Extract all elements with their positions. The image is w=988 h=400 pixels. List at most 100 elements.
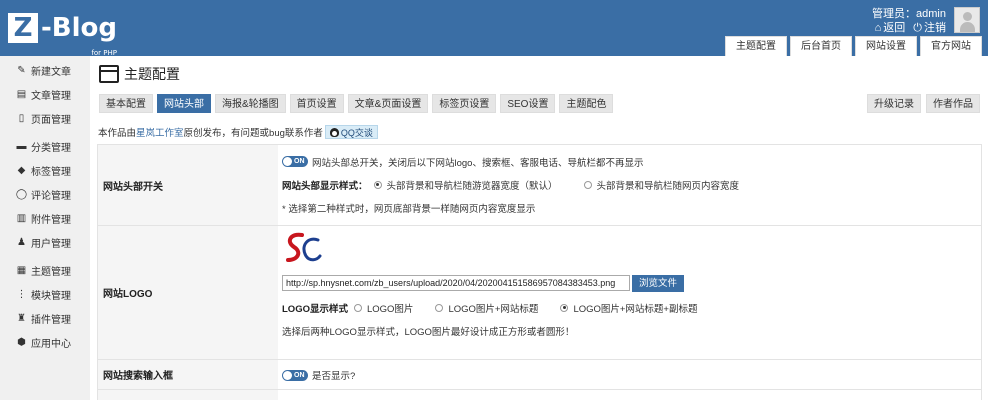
browse-file-button[interactable]: 浏览文件 [632, 274, 685, 292]
sidebar-item-label: 标签管理 [31, 166, 71, 178]
back-link[interactable]: ⌂ 返回 [875, 21, 906, 35]
power-icon: ⏻ [913, 22, 922, 34]
zblog-logo[interactable]: Z -Blog for PHP [8, 13, 117, 57]
module-icon: ⋮ [16, 288, 27, 300]
tab-basic[interactable]: 基本配置 [99, 94, 153, 113]
logo-style-option3: LOGO图片+网站标题+副标题 [573, 303, 698, 315]
top-header: Z -Blog for PHP 管理员：admin ⌂ 返回 ⏻ 注销 主题配置… [0, 0, 988, 57]
note-prefix: 本作品由 [98, 128, 137, 139]
logo-letter: Z [8, 13, 38, 43]
tab-tag-page[interactable]: 标签页设置 [432, 94, 497, 113]
logo-style-option1: LOGO图片 [366, 303, 414, 315]
folder-icon: ▬ [16, 140, 27, 152]
note-suffix: 原创发布，有问题或bug联系作者 [183, 128, 323, 139]
user-label: 管理员：admin [872, 8, 946, 20]
sidebar-item-label: 附件管理 [31, 214, 71, 226]
sidebar-item-label: 评论管理 [31, 190, 71, 202]
main-content: 主题配置 基本配置 网站头部 海报&轮播图 首页设置 文章&页面设置 标签页设置… [97, 56, 988, 400]
header-switch-desc: 网站头部总开关，关闭后以下网站logo、搜索框、客服电话、导航栏都不再显示 [312, 157, 644, 169]
header-style-label: 网站头部显示样式： [282, 180, 368, 192]
tab-author-works[interactable]: 作者作品 [926, 94, 980, 113]
author-note: 本作品由 星岚工作室 原创发布，有问题或bug联系作者 QQ交谈 [98, 125, 378, 139]
sidebar-item-comments[interactable]: ◯ 评论管理 [0, 182, 90, 206]
settings-form: 网站头部开关 ON 网站头部总开关，关闭后以下网站logo、搜索框、客服电话、导… [97, 144, 982, 400]
studio-link[interactable]: 星岚工作室 [136, 125, 184, 139]
search-toggle[interactable]: ON [282, 369, 308, 381]
sidebar-item-label: 模块管理 [31, 290, 71, 302]
toggle-text: ON [294, 371, 305, 379]
logo-style-label: LOGO显示样式 [282, 303, 348, 315]
top-tab-theme-config[interactable]: 主题配置 [725, 36, 787, 56]
radio-header-style-content[interactable] [583, 180, 592, 189]
tab-homepage[interactable]: 首页设置 [289, 94, 344, 113]
page-title: 主题配置 [99, 64, 180, 84]
tab-article-page[interactable]: 文章&页面设置 [347, 94, 429, 113]
logo-preview-image [286, 232, 322, 262]
logo-url-input[interactable]: http://sp.hnysnet.com/zb_users/upload/20… [282, 275, 630, 291]
sidebar-item-articles[interactable]: ▤ 文章管理 [0, 82, 90, 106]
attachment-icon: ▥ [16, 212, 27, 224]
row-label-partial [98, 390, 278, 400]
app-center-icon: ⬢ [17, 336, 26, 348]
header-switch-toggle[interactable]: ON [282, 156, 308, 167]
row-label-search: 网站搜索输入框 [98, 360, 278, 389]
sidebar-item-themes[interactable]: ▦ 主题管理 [0, 258, 90, 282]
top-tab-site-settings[interactable]: 网站设置 [855, 36, 917, 56]
sidebar-item-pages[interactable]: ▯ 页面管理 [0, 106, 90, 130]
sidebar-item-attachments[interactable]: ▥ 附件管理 [0, 206, 90, 230]
sidebar-item-users[interactable]: ♟ 用户管理 [0, 230, 90, 254]
header-style-hint: * 选择第二种样式时，网页底部背景一样随网页内容宽度显示 [282, 203, 536, 215]
comment-icon: ◯ [15, 188, 28, 200]
qq-chat-button[interactable]: QQ交谈 [324, 125, 378, 139]
window-icon [99, 65, 119, 83]
user-box: 管理员：admin ⌂ 返回 ⏻ 注销 [872, 7, 946, 35]
plugin-icon: ♜ [17, 312, 26, 324]
sidebar-item-plugins[interactable]: ♜ 插件管理 [0, 306, 90, 330]
top-tab-dashboard[interactable]: 后台首页 [790, 36, 852, 56]
tab-upgrade-log[interactable]: 升级记录 [867, 94, 921, 113]
page-icon: ▯ [18, 112, 25, 124]
tag-icon: ◆ [17, 164, 26, 176]
tab-seo[interactable]: SEO设置 [500, 94, 556, 113]
back-label: 返回 [883, 22, 906, 34]
form-row-search: 网站搜索输入框 ON 是否显示? [98, 360, 981, 390]
sidebar-item-label: 文章管理 [31, 90, 71, 102]
sidebar-item-label: 应用中心 [31, 338, 71, 350]
sidebar-item-label: 主题管理 [31, 266, 71, 278]
logo-text: -Blog for PHP [41, 13, 117, 57]
row-label-logo: 网站LOGO [98, 226, 278, 359]
row-label-header-switch: 网站头部开关 [98, 145, 278, 225]
sidebar-item-app-center[interactable]: ⬢ 应用中心 [0, 330, 90, 354]
qq-penguin-icon [329, 127, 339, 137]
form-row-partial [98, 390, 981, 400]
radio-logo-image-title[interactable] [435, 303, 444, 312]
theme-icon: ▦ [16, 264, 27, 276]
sidebar-item-tags[interactable]: ◆ 标签管理 [0, 158, 90, 182]
document-icon: ▤ [16, 88, 27, 100]
page-title-text: 主题配置 [124, 66, 180, 82]
sidebar-item-modules[interactable]: ⋮ 模块管理 [0, 282, 90, 306]
tab-theme-color[interactable]: 主题配色 [559, 94, 614, 113]
search-desc: 是否显示? [312, 371, 356, 382]
tab-poster-carousel[interactable]: 海报&轮播图 [215, 94, 286, 113]
sidebar-item-new-article[interactable]: ✎ 新建文章 [0, 58, 90, 82]
toggle-text: ON [294, 158, 305, 165]
sidebar-item-label: 插件管理 [31, 314, 71, 326]
radio-header-style-browser[interactable] [373, 180, 382, 189]
tab-header[interactable]: 网站头部 [157, 94, 211, 113]
sidebar-item-label: 页面管理 [31, 114, 71, 126]
avatar[interactable] [954, 7, 980, 33]
logout-label: 注销 [924, 22, 946, 34]
form-row-logo: 网站LOGO http://sp.hnysnet.com/zb_users/up… [98, 226, 981, 360]
header-style-option2: 头部背景和导航栏随网页内容宽度 [596, 180, 740, 192]
header-style-option1: 头部背景和导航栏随游览器宽度（默认） [386, 180, 558, 192]
top-tab-official-site[interactable]: 官方网站 [920, 36, 982, 56]
radio-logo-image-title-subtitle[interactable] [560, 303, 569, 312]
config-tabs: 基本配置 网站头部 海报&轮播图 首页设置 文章&页面设置 标签页设置 SEO设… [99, 94, 614, 113]
sidebar: ✎ 新建文章 ▤ 文章管理 ▯ 页面管理 ▬ 分类管理 ◆ 标签管理 ◯ 评论管理 ▥ 附件管… [0, 56, 90, 400]
qq-chat-label: QQ交谈 [340, 127, 373, 138]
user-icon: ♟ [17, 236, 26, 248]
radio-logo-image[interactable] [353, 303, 362, 312]
logout-link[interactable]: ⏻ 注销 [913, 21, 946, 35]
sidebar-item-categories[interactable]: ▬ 分类管理 [0, 134, 90, 158]
